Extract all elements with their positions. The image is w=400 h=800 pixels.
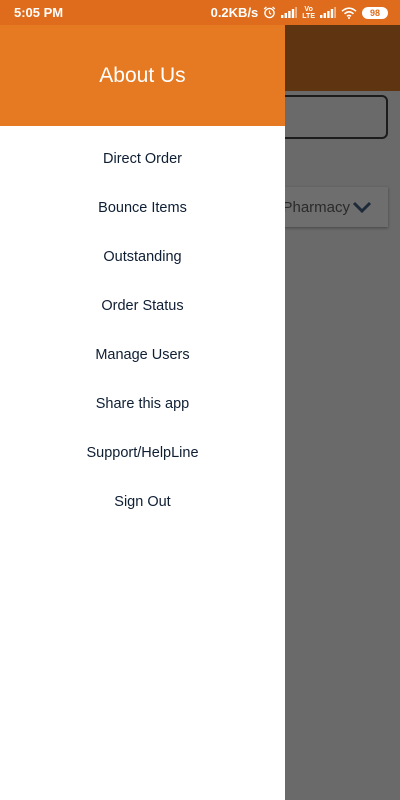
chevron-down-icon (352, 201, 372, 214)
menu-item-direct-order[interactable]: Direct Order (0, 134, 285, 183)
volte-icon: Vo LTE (302, 5, 315, 20)
menu-item-label: Direct Order (103, 150, 182, 167)
app-screen: 5:05 PM 0.2KB/s Vo LTE 98 Pharmacy About… (0, 0, 400, 800)
alarm-icon (264, 6, 276, 19)
status-time: 5:05 PM (14, 5, 64, 20)
menu-item-share-app[interactable]: Share this app (0, 379, 285, 428)
wifi-icon (341, 6, 357, 19)
drawer-menu: Direct Order Bounce Items Outstanding Or… (0, 134, 285, 526)
menu-item-label: Bounce Items (98, 199, 187, 216)
signal-icon (281, 7, 298, 18)
menu-item-bounce-items[interactable]: Bounce Items (0, 183, 285, 232)
menu-item-manage-users[interactable]: Manage Users (0, 330, 285, 379)
menu-item-label: Outstanding (103, 248, 182, 265)
network-speed: 0.2KB/s (210, 5, 259, 20)
menu-item-label: Share this app (95, 395, 190, 412)
drawer-header[interactable]: About Us (0, 25, 285, 126)
menu-item-label: Sign Out (114, 493, 171, 510)
navigation-drawer: About Us Direct Order Bounce Items Outst… (0, 25, 285, 800)
signal-icon (320, 7, 336, 18)
background-select-value: Pharmacy (282, 198, 350, 216)
battery-icon: 98 (362, 6, 388, 19)
menu-item-label: Manage Users (95, 346, 190, 363)
status-bar: 5:05 PM 0.2KB/s Vo LTE 98 (0, 0, 400, 25)
menu-item-outstanding[interactable]: Outstanding (0, 232, 285, 281)
menu-item-support-helpline[interactable]: Support/HelpLine (0, 428, 285, 477)
menu-item-label: Support/HelpLine (86, 444, 199, 461)
menu-item-label: Order Status (101, 297, 184, 314)
menu-item-sign-out[interactable]: Sign Out (0, 477, 285, 526)
status-indicators: 0.2KB/s Vo LTE 98 (211, 5, 388, 20)
drawer-title: About Us (99, 63, 186, 87)
menu-item-order-status[interactable]: Order Status (0, 281, 285, 330)
